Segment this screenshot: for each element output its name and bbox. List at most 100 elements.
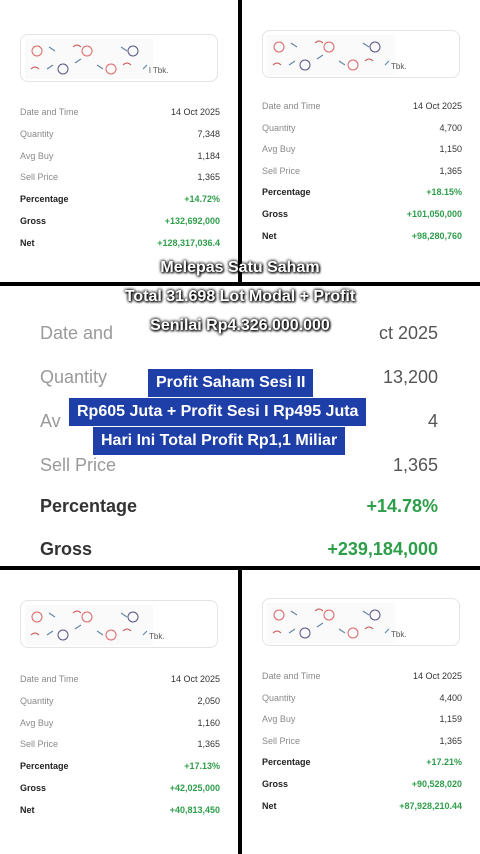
detail-value: 14 Oct 2025 <box>412 101 462 111</box>
detail-label: Avg Buy <box>262 144 296 155</box>
detail-value: 1,365 <box>439 735 462 746</box>
detail-value: 1,150 <box>439 144 462 155</box>
detail-value: 1,365 <box>197 739 220 750</box>
detail-row: Gross +90,528,020 <box>262 777 462 791</box>
detail-value: +18.15% <box>426 187 462 198</box>
detail-value: 7,348 <box>197 128 220 139</box>
trade-card-bottom-right: Tbk. Date and Time 14 Oct 2025 Quantity 4,4… <box>242 570 480 854</box>
detail-label: Avg Buy <box>20 717 54 728</box>
detail-value: 14 Oct 2025 <box>170 674 220 684</box>
detail-label: Avg Buy <box>20 150 54 161</box>
detail-row: Sell Price 1,365 <box>262 164 462 178</box>
detail-label: Net <box>262 230 277 241</box>
caption-box-line: Rp605 Juta + Profit Sesi I Rp495 Juta <box>69 398 367 426</box>
detail-label: Date and Time <box>20 674 79 684</box>
detail-row: Net +98,280,760 <box>262 229 462 243</box>
detail-label: Quantity <box>262 692 296 703</box>
detail-label: Avg Buy <box>262 714 296 725</box>
detail-label: Net <box>20 237 35 248</box>
detail-row: Date and Time 14 Oct 2025 <box>20 672 220 686</box>
detail-row: Date and Time 14 Oct 2025 <box>262 669 462 683</box>
detail-value: +14.72% <box>184 194 220 205</box>
caption-line: Total 31.698 Lot Modal + Profit <box>124 288 356 305</box>
detail-row: Net +40,813,450 <box>20 803 220 817</box>
detail-row: Sell Price 1,365 <box>40 452 438 478</box>
detail-value: 1,160 <box>197 717 220 728</box>
detail-value: +42,025,000 <box>169 783 220 793</box>
stock-logo-card: Tbk. <box>262 598 460 646</box>
detail-label: Percentage <box>40 496 138 516</box>
detail-label: Quantity <box>20 695 54 706</box>
trade-card-top-left: l Tbk. Date and Time 14 Oct 2025 Quantity 7… <box>0 0 238 282</box>
detail-row: Date and Time 14 Oct 2025 <box>262 99 462 113</box>
detail-value: 1,184 <box>197 150 220 161</box>
detail-row: Gross +101,050,000 <box>262 207 462 221</box>
detail-row: Percentage +17.13% <box>20 759 220 773</box>
detail-value: 13,200 <box>382 367 438 387</box>
detail-label: Percentage <box>20 194 69 205</box>
stock-logo-card: l Tbk. <box>20 34 218 82</box>
detail-row: Sell Price 1,365 <box>20 170 220 184</box>
detail-label: Percentage <box>262 757 311 768</box>
detail-value: +14.78% <box>366 496 438 516</box>
caption-box-line: Profit Saham Sesi II <box>148 369 314 397</box>
detail-row: Quantity 2,050 <box>20 694 220 708</box>
detail-row: Net +87,928,210.44 <box>262 799 462 813</box>
detail-row: Avg Buy 1,184 <box>20 149 220 163</box>
detail-label: Net <box>262 800 277 811</box>
company-name-suffix: l Tbk. <box>149 66 169 75</box>
stock-logo-card: Tbk. <box>20 600 218 648</box>
detail-value: 4,400 <box>439 692 462 703</box>
detail-label: Quantity <box>262 122 296 133</box>
doodle-logo-icon <box>267 35 395 75</box>
doodle-logo-icon <box>25 39 153 79</box>
detail-row: Quantity 4,700 <box>262 121 462 135</box>
detail-label: Net <box>20 804 35 815</box>
detail-label: Sell Price <box>20 739 59 750</box>
detail-label: Gross <box>20 216 47 226</box>
detail-label: Date and Time <box>262 101 321 111</box>
detail-label: Sell Price <box>262 735 301 746</box>
detail-row: Sell Price 1,365 <box>20 737 220 751</box>
detail-label: Sell Price <box>40 455 117 475</box>
detail-label: Av <box>40 411 61 431</box>
detail-value: +239,184,000 <box>327 539 438 559</box>
detail-label: Date and Time <box>20 107 79 117</box>
detail-label: Sell Price <box>20 172 59 183</box>
detail-value: 1,365 <box>392 455 438 475</box>
detail-label: Quantity <box>20 128 54 139</box>
detail-value: +17.13% <box>184 761 220 772</box>
detail-row: Quantity 4,400 <box>262 691 462 705</box>
detail-value: +132,692,000 <box>164 216 220 226</box>
detail-row: Percentage +18.15% <box>262 185 462 199</box>
detail-row: Percentage +14.72% <box>20 192 220 206</box>
trade-card-top-right: Tbk. Date and Time 14 Oct 2025 Quantity 4,7… <box>242 0 480 282</box>
detail-label: Gross <box>262 779 289 789</box>
company-name-suffix: Tbk. <box>391 62 407 71</box>
detail-row: Gross +132,692,000 <box>20 214 220 228</box>
detail-row: Date and Time 14 Oct 2025 <box>20 105 220 119</box>
detail-value: 1,365 <box>197 172 220 183</box>
trade-card-bottom-left: Tbk. Date and Time 14 Oct 2025 Quantity 2,0… <box>0 570 238 854</box>
detail-value: +87,928,210.44 <box>399 800 462 811</box>
detail-row: Net +128,317,036.4 <box>20 236 220 250</box>
detail-label: Percentage <box>20 761 69 772</box>
detail-value: 4,700 <box>439 122 462 133</box>
caption-line: Melepas Satu Saham <box>160 259 320 276</box>
company-name-suffix: Tbk. <box>149 632 165 641</box>
detail-row: Gross +42,025,000 <box>20 781 220 795</box>
detail-value: +128,317,036.4 <box>157 237 220 248</box>
detail-row: Avg Buy 1,150 <box>262 142 462 156</box>
detail-row: Avg Buy 1,160 <box>20 716 220 730</box>
detail-value: +90,528,020 <box>411 779 462 789</box>
detail-value: 1,159 <box>439 714 462 725</box>
detail-label: Quantity <box>40 367 108 387</box>
detail-value: +101,050,000 <box>406 209 462 219</box>
detail-label: Percentage <box>262 187 311 198</box>
detail-value: 4 <box>427 411 438 431</box>
detail-value: 1,365 <box>439 165 462 176</box>
detail-label: Sell Price <box>262 165 301 176</box>
stock-logo-card: Tbk. <box>262 30 460 78</box>
detail-row: Quantity 7,348 <box>20 127 220 141</box>
detail-label: Gross <box>20 783 47 793</box>
